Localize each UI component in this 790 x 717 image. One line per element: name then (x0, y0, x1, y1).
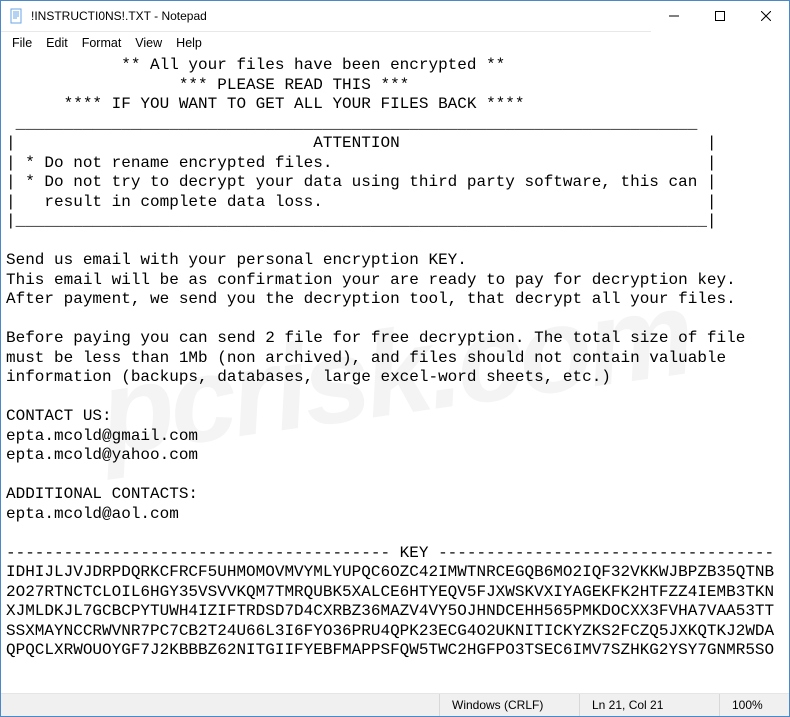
menu-view[interactable]: View (128, 35, 169, 51)
menu-help[interactable]: Help (169, 35, 209, 51)
window-title: !INSTRUCTI0NS!.TXT - Notepad (31, 9, 207, 23)
statusbar: Windows (CRLF) Ln 21, Col 21 100% (1, 693, 789, 716)
editor-area[interactable]: pcrisk.com ** All your files have been e… (1, 53, 789, 693)
editor-text[interactable]: ** All your files have been encrypted **… (6, 56, 784, 661)
status-position: Ln 21, Col 21 (579, 694, 719, 716)
notepad-window: !INSTRUCTI0NS!.TXT - Notepad File Edit F… (0, 0, 790, 717)
menubar: File Edit Format View Help (1, 32, 789, 53)
status-encoding: Windows (CRLF) (439, 694, 579, 716)
menu-format[interactable]: Format (75, 35, 129, 51)
window-controls (651, 1, 789, 32)
menu-edit[interactable]: Edit (39, 35, 75, 51)
close-button[interactable] (743, 1, 789, 32)
status-zoom: 100% (719, 694, 789, 716)
maximize-button[interactable] (697, 1, 743, 32)
minimize-button[interactable] (651, 1, 697, 32)
notepad-file-icon (9, 8, 25, 24)
menu-file[interactable]: File (5, 35, 39, 51)
titlebar[interactable]: !INSTRUCTI0NS!.TXT - Notepad (1, 1, 789, 32)
